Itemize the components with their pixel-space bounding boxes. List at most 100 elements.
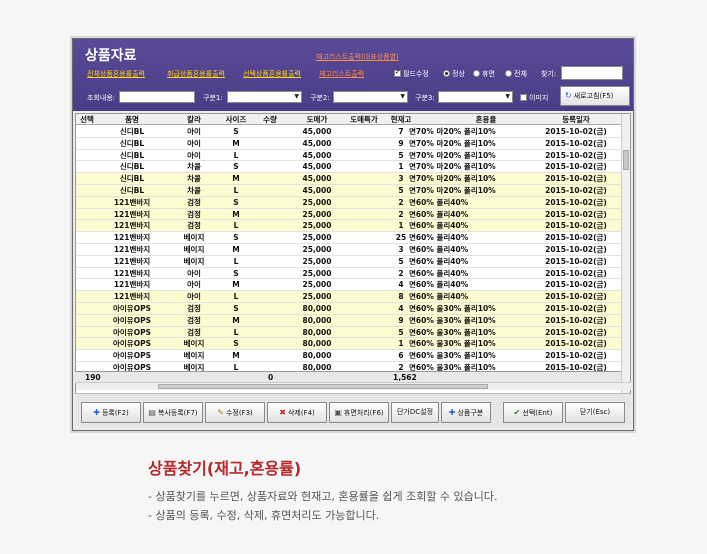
table-cell: S <box>233 233 239 243</box>
pencil-icon: ✎ <box>217 408 224 417</box>
table-cell: 121밴바지 <box>113 221 151 231</box>
edit-button[interactable]: ✎ 수정(F3) <box>205 402 265 423</box>
table-cell: L <box>233 150 239 160</box>
radio-all[interactable]: 전체 <box>505 69 527 79</box>
field-edit-toggle[interactable]: 필드수정 <box>394 68 429 79</box>
filter1-select[interactable] <box>227 91 302 103</box>
caption-title: 상품찾기(재고,혼용률) <box>148 459 302 478</box>
delete-button[interactable]: ✖ 삭제(F4) <box>267 402 327 423</box>
all-blend-print-link[interactable]: 전체상품혼용률출력 <box>87 69 145 79</box>
table-row[interactable]: 아이유OPS 검정 L 80,000 5 면60% 울30% 폴리10% 2015-10-0… <box>76 326 622 339</box>
table-cell: 면60% 폴리40% <box>409 256 469 266</box>
table-row[interactable]: 신디BL 아이 M 45,000 9 면70% 마20% 폴리10% 2015-10-02(… <box>76 138 622 150</box>
table-row[interactable]: 신디BL 아이 S 45,000 7 면70% 마20% 폴리10% 2015-10-02(… <box>76 126 622 138</box>
handled-blend-print-link[interactable]: 취급상품혼용률출력 <box>167 69 225 79</box>
price-dc-button[interactable]: 단가DC설정 <box>391 402 439 423</box>
table-cell: 2015-10-02(금) <box>545 233 607 243</box>
table-row[interactable]: 121밴바지 베이지 S 25,000 25 면60% 폴리40% 2015-10-02(금… <box>76 232 622 244</box>
table-cell: 면60% 울30% 폴리10% <box>409 339 496 349</box>
table-cell: 면60% 폴리40% <box>409 292 469 302</box>
col-date[interactable]: 등록일자 <box>546 114 606 125</box>
col-qty[interactable]: 수량 <box>258 114 282 125</box>
table-row[interactable]: 121밴바지 검정 S 25,000 2 면60% 폴리40% 2015-10-02(금) <box>76 196 622 209</box>
image-toggle[interactable]: 이미지 <box>520 93 548 103</box>
table-cell: 면70% 마20% 폴리10% <box>409 150 496 160</box>
table-cell: 면70% 마20% 폴리10% <box>409 138 496 148</box>
copy-register-button[interactable]: ▤ 복사등록(F7) <box>143 402 203 423</box>
check-icon: ✔ <box>513 408 521 417</box>
table-cell: 신디BL <box>119 186 145 195</box>
table-cell: 2015-10-02(금) <box>545 327 607 337</box>
table-cell: 25,000 <box>302 197 332 207</box>
register-button[interactable]: ✚ 등록(F2) <box>81 402 141 423</box>
vertical-scrollbar[interactable] <box>621 114 630 413</box>
table-cell: 면70% 마20% 폴리10% <box>409 186 496 195</box>
col-wholesale[interactable]: 도매가 <box>288 114 346 125</box>
table-cell: 2015-10-02(금) <box>545 162 607 172</box>
close-button[interactable]: 닫기(Esc) <box>565 402 625 423</box>
stock-list-by-rep-link[interactable]: 재고리스트출력(대표상품별) <box>316 52 399 62</box>
col-select[interactable]: 선택 <box>78 114 96 125</box>
filter3-select[interactable] <box>438 91 513 103</box>
table-row[interactable]: 121밴바지 베이지 M 25,000 3 면60% 폴리40% 2015-10-02(금) <box>76 244 622 256</box>
table-cell: 검정 <box>187 304 201 313</box>
refresh-button[interactable]: ↻ 새로고침(F5) <box>560 86 630 106</box>
table-cell: 80,000 <box>302 315 332 325</box>
stock-list-link[interactable]: 재고리스트출력 <box>319 69 364 79</box>
page-card: 상품자료 재고리스트출력(대표상품별) 전체상품혼용률출력 취급상품혼용률출력 … <box>0 0 707 554</box>
dormant-button[interactable]: ▣ 휴면처리(F6) <box>329 402 389 423</box>
table-cell: 45,000 <box>302 150 332 160</box>
table-row[interactable]: 121밴바지 베이지 L 25,000 5 면60% 폴리40% 2015-10-02(금) <box>76 256 622 268</box>
table-row[interactable]: 아이유OPS 검정 S 80,000 4 면60% 울30% 폴리10% 2015-10-0… <box>76 303 622 315</box>
table-cell: 면60% 울30% 폴리10% <box>409 304 496 313</box>
col-color[interactable]: 칼라 <box>176 114 212 125</box>
select-button[interactable]: ✔ 선택(Ent) <box>503 402 563 423</box>
table-cell: 2015-10-02(금) <box>545 209 607 219</box>
table-cell: 25,000 <box>302 292 332 302</box>
vertical-scroll-thumb[interactable] <box>623 150 629 170</box>
col-blend[interactable]: 혼용율 <box>446 114 526 125</box>
image-checkbox[interactable] <box>520 94 527 101</box>
table-row[interactable]: 121밴바지 검정 L 25,000 1 면60% 폴리40% 2015-10-02(금) <box>76 220 622 233</box>
filter3-label: 구분3: <box>415 94 435 102</box>
table-cell: 2015-10-02(금) <box>545 150 607 160</box>
table-row[interactable]: 121밴바지 아이 M 25,000 4 면60% 폴리40% 2015-10-02(금) <box>76 279 622 292</box>
table-cell: 검정 <box>187 221 201 231</box>
table-cell: 2015-10-02(금) <box>545 292 607 302</box>
table-row[interactable]: 121밴바지 검정 M 25,000 2 면60% 폴리40% 2015-10-02(금) <box>76 208 622 221</box>
table-row[interactable]: 121밴바지 아이 S 25,000 2 면60% 폴리40% 2015-10-02(금) <box>76 268 622 280</box>
table-row[interactable]: 아이유OPS 베이지 M 80,000 6 면60% 울30% 폴리10% 2015-10-… <box>76 350 622 362</box>
field-edit-checkbox[interactable] <box>394 68 401 77</box>
table-cell: 2015-10-02(금) <box>545 280 607 290</box>
table-row[interactable]: 신디BL 차콜 M 45,000 3 면70% 마20% 폴리10% 2015-10-02(… <box>76 173 622 185</box>
col-size[interactable]: 사이즈 <box>220 114 252 125</box>
table-row[interactable]: 신디BL 차콜 S 45,000 1 면70% 마20% 폴리10% 2015-10-02(… <box>76 161 622 174</box>
table-cell: 신디BL <box>119 174 145 184</box>
horizontal-scroll-thumb[interactable] <box>158 384 488 389</box>
col-stock[interactable]: 현재고 <box>386 114 416 125</box>
table-cell: 2015-10-02(금) <box>545 197 607 207</box>
selected-blend-print-link[interactable]: 선택상품혼용률출력 <box>243 69 301 79</box>
table-row[interactable]: 121밴바지 아이 L 25,000 8 면60% 폴리40% 2015-10-02(금) <box>76 291 622 303</box>
radio-dormant[interactable]: 휴면 <box>473 69 495 79</box>
table-row[interactable]: 신디BL 차콜 L 45,000 5 면70% 마20% 폴리10% 2015-10-02(… <box>76 185 622 197</box>
table-cell: 베이지 <box>183 339 205 349</box>
radio-normal[interactable]: 정상 <box>443 69 465 79</box>
table-row[interactable]: 신디BL 아이 L 45,000 5 면70% 마20% 폴리10% 2015-10-02(… <box>76 150 622 162</box>
table-row[interactable]: 아이유OPS 베이지 S 80,000 1 면60% 울30% 폴리10% 2015-10-… <box>76 338 622 351</box>
table-cell: 45,000 <box>302 174 332 184</box>
filter1-label: 구분1: <box>203 94 223 102</box>
col-special[interactable]: 도매특가 <box>342 114 386 125</box>
filter2-select[interactable] <box>333 91 408 103</box>
table-cell: S <box>233 197 239 207</box>
table-row[interactable]: 아이유OPS 검정 M 80,000 9 면60% 울30% 폴리10% 2015-10-0… <box>76 314 622 327</box>
table-cell: 25,000 <box>302 268 332 278</box>
table-cell: 차콜 <box>187 186 201 195</box>
table-cell: 면60% 폴리40% <box>409 268 469 278</box>
query-input[interactable] <box>119 91 195 103</box>
table-cell: 2015-10-02(금) <box>545 186 607 195</box>
horizontal-scrollbar[interactable] <box>76 382 631 390</box>
col-name[interactable]: 품명 <box>104 114 160 125</box>
search-input[interactable] <box>561 66 623 80</box>
category-button[interactable]: ✚ 상품구분 <box>441 402 491 423</box>
